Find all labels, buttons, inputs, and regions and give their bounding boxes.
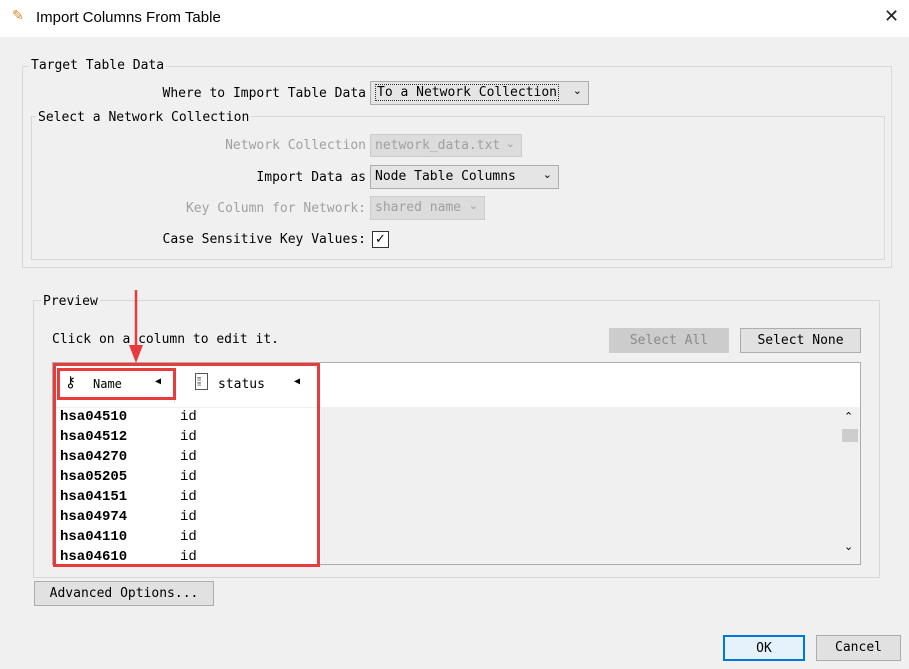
select-none-button[interactable]: Select None (740, 328, 861, 353)
cancel-button[interactable]: Cancel (816, 635, 901, 661)
chevron-down-icon: ⌄ (468, 199, 478, 212)
chevron-down-icon: ⌄ (542, 168, 552, 181)
ok-button[interactable]: OK (723, 635, 805, 661)
scroll-down-icon[interactable]: ⌄ (844, 540, 853, 553)
vertical-scrollbar[interactable]: ⌃ ⌄ (840, 407, 860, 564)
cytoscape-icon: ✎ (12, 8, 24, 24)
annotation-arrow-icon (129, 290, 143, 363)
case-sensitive-checkbox[interactable]: ✓ (372, 231, 389, 248)
key-column-dropdown[interactable]: shared name ⌄ (370, 196, 485, 220)
collection-label: Network Collection (225, 138, 366, 153)
import-as-value: Node Table Columns (375, 169, 516, 184)
window-title: Import Columns From Table (36, 9, 221, 26)
collection-dropdown[interactable]: network_data.txt ⌄ (370, 134, 522, 157)
chevron-down-icon: ⌄ (505, 137, 515, 150)
table-empty-area (321, 407, 840, 564)
checkmark-icon: ✓ (375, 232, 386, 247)
collection-value: network_data.txt (375, 138, 501, 153)
import-as-label: Import Data as (256, 170, 366, 185)
preview-group-title: Preview (41, 294, 100, 309)
title-bar: ✎ Import Columns From Table ✕ (0, 0, 909, 37)
advanced-options-button[interactable]: Advanced Options... (34, 581, 214, 606)
where-dropdown[interactable]: To a Network Collection ⌄ (370, 81, 589, 105)
key-column-label: Key Column for Network: (185, 201, 366, 216)
where-value: To a Network Collection (375, 84, 560, 101)
case-sensitive-label: Case Sensitive Key Values: (162, 232, 367, 247)
annotation-name-column-box (57, 368, 176, 400)
select-all-button[interactable]: Select All (609, 328, 729, 353)
preview-hint: Click on a column to edit it. (52, 332, 279, 347)
close-icon[interactable]: ✕ (884, 6, 899, 27)
target-group-title: Target Table Data (29, 58, 167, 73)
scrollbar-thumb[interactable] (842, 429, 858, 442)
chevron-down-icon: ⌄ (572, 84, 582, 97)
network-group-title: Select a Network Collection (36, 110, 252, 125)
where-label: Where to Import Table Data (162, 86, 367, 101)
key-column-value: shared name (375, 200, 462, 215)
import-as-dropdown[interactable]: Node Table Columns ⌄ (370, 165, 559, 189)
scroll-up-icon[interactable]: ⌃ (844, 410, 853, 423)
